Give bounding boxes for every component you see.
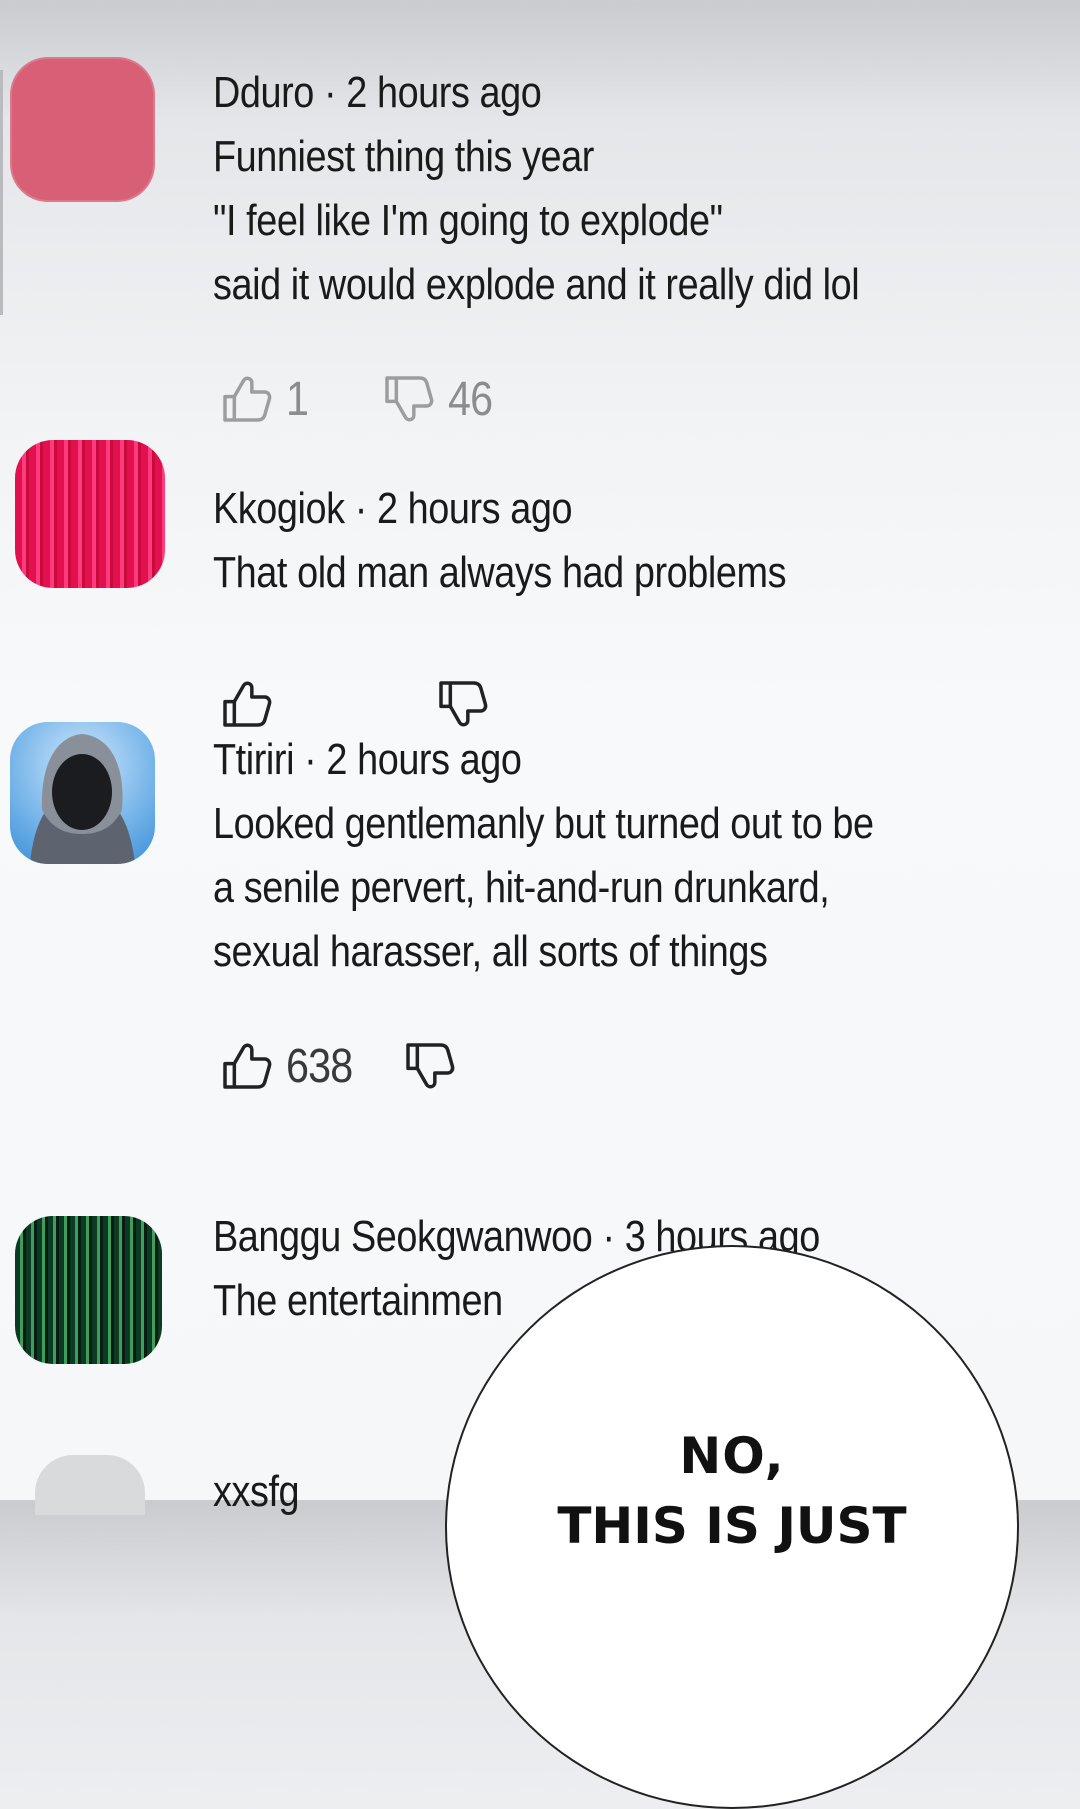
comment-time: 2 hours ago: [326, 735, 522, 784]
like-count: 1: [286, 372, 309, 426]
avatar[interactable]: [10, 57, 155, 202]
comment-text: That old man always had problems: [213, 548, 787, 597]
separator: ·: [294, 735, 327, 784]
comment-text: "I feel like I'm going to explode": [213, 196, 723, 245]
dislike-button[interactable]: 46: [380, 371, 499, 427]
avatar[interactable]: [15, 440, 165, 588]
separator: ·: [592, 1212, 625, 1261]
dislike-button[interactable]: [434, 676, 502, 732]
comment-actions: 638: [218, 1034, 469, 1098]
comment-text: Funniest thing this year: [213, 132, 594, 181]
thumbs-down-icon: [406, 1043, 455, 1089]
comment-header: Kkogiok · 2 hours ago: [213, 477, 573, 541]
like-button[interactable]: 638: [218, 1038, 363, 1094]
comment-text: a senile pervert, hit-and-run drunkard,: [213, 863, 830, 912]
dislike-count: 46: [447, 372, 493, 426]
speech-text: THIS IS JUST: [557, 1497, 907, 1555]
divider: [0, 70, 3, 315]
separator: ·: [344, 484, 377, 533]
comment-author[interactable]: Banggu Seokgwanwoo: [213, 1212, 593, 1261]
comment-feed: Dduro · 2 hours ago Funniest thing this …: [0, 0, 1080, 1809]
avatar[interactable]: [35, 1455, 145, 1515]
comment-author[interactable]: xxsfg: [213, 1467, 300, 1516]
comment-actions: 1 46: [218, 367, 499, 431]
comment-time: 2 hours ago: [346, 68, 542, 117]
comment-text: Looked gentlemanly but turned out to be: [213, 799, 874, 848]
comment-header: Dduro · 2 hours ago: [213, 61, 542, 125]
comment-text: said it would explode and it really did …: [213, 260, 860, 309]
thumbs-down-icon: [384, 376, 434, 422]
thumbs-up-icon: [223, 376, 272, 422]
comment-text: sexual harasser, all sorts of things: [213, 927, 768, 976]
comment-author[interactable]: Kkogiok: [213, 484, 345, 533]
thumbs-up-icon: [223, 1043, 272, 1089]
like-button[interactable]: [218, 676, 286, 732]
comment-header: Ttiriri · 2 hours ago: [213, 728, 522, 792]
comment-author[interactable]: Dduro: [213, 68, 314, 117]
dislike-button[interactable]: [401, 1038, 469, 1094]
speech-text: NO,: [679, 1427, 785, 1485]
like-count: 638: [286, 1039, 353, 1093]
separator: ·: [313, 68, 347, 117]
comment-time: 2 hours ago: [376, 484, 573, 533]
comment-text: The entertainmen: [213, 1276, 503, 1325]
thumbs-down-icon: [439, 681, 488, 727]
comment-actions: [218, 672, 502, 736]
hooded-figure-icon: [30, 734, 135, 864]
comment-author[interactable]: Ttiriri: [213, 735, 294, 784]
comment-header: xxsfg: [213, 1460, 300, 1524]
avatar[interactable]: [10, 722, 155, 864]
thumbs-up-icon: [223, 681, 272, 727]
speech-bubble: NO, THIS IS JUST: [445, 1245, 1019, 1809]
like-button[interactable]: 1: [218, 371, 312, 427]
avatar[interactable]: [15, 1216, 162, 1364]
